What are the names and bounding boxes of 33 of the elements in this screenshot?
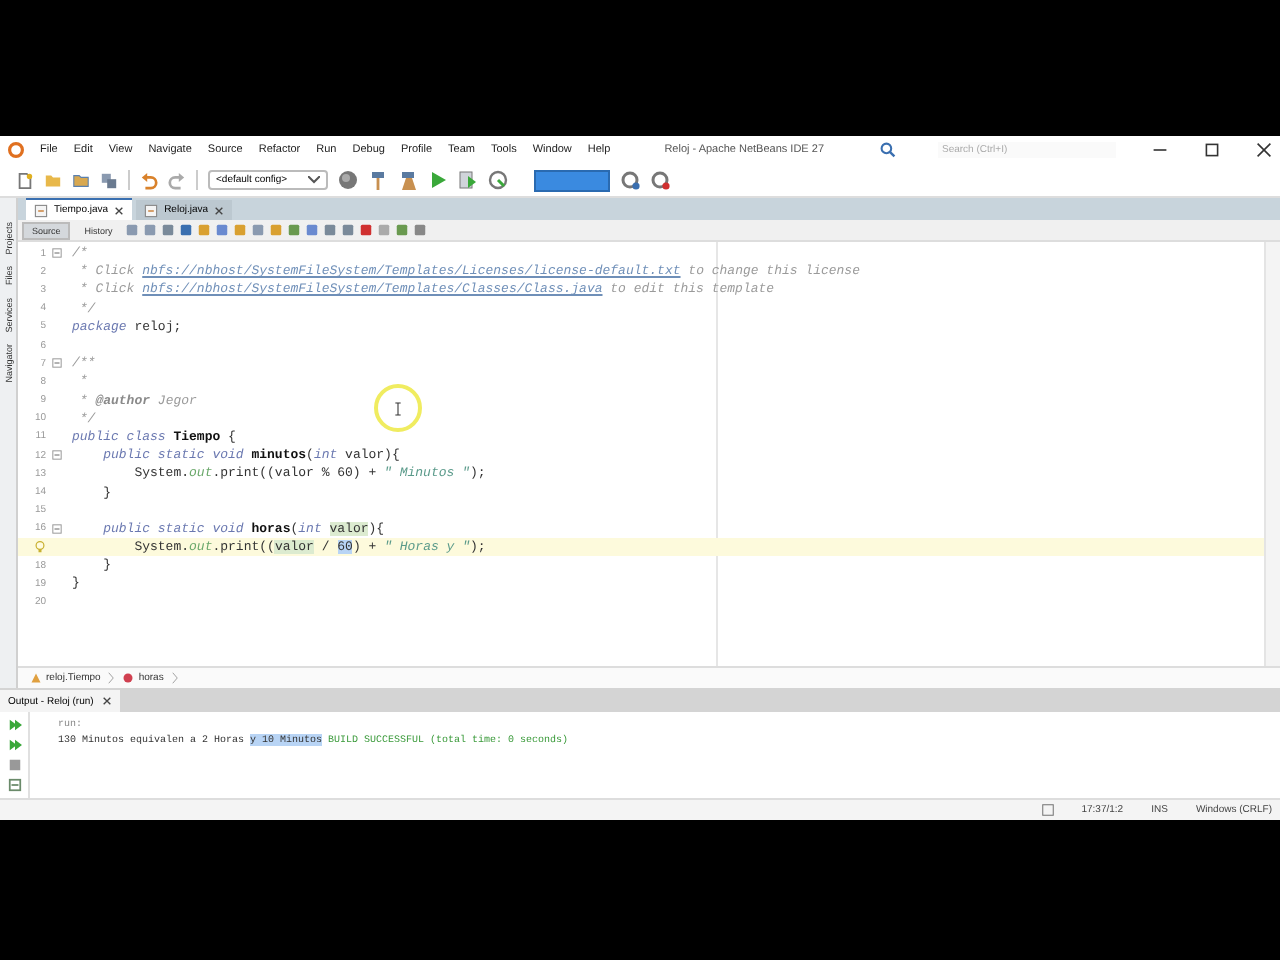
lightbulb-icon[interactable] bbox=[34, 540, 46, 555]
search-icon bbox=[880, 142, 896, 158]
text-cursor-icon bbox=[394, 401, 402, 415]
maximize-icon[interactable] bbox=[1203, 142, 1220, 158]
close-icon[interactable] bbox=[114, 205, 125, 215]
method-icon bbox=[122, 672, 135, 684]
close-icon[interactable] bbox=[214, 205, 225, 215]
close-icon[interactable] bbox=[1255, 142, 1272, 158]
rerun-icon[interactable] bbox=[7, 718, 21, 732]
app-logo-icon bbox=[8, 142, 24, 158]
run-icon[interactable] bbox=[427, 170, 448, 190]
gear-icon[interactable] bbox=[649, 170, 670, 190]
chevron-icon bbox=[171, 672, 178, 684]
redo-icon[interactable] bbox=[168, 171, 186, 189]
gear-icon[interactable] bbox=[619, 170, 640, 190]
hammer-icon[interactable] bbox=[367, 170, 388, 190]
close-icon[interactable] bbox=[101, 696, 112, 706]
scrollbar[interactable] bbox=[1264, 242, 1280, 666]
debug-icon[interactable] bbox=[457, 170, 478, 190]
fold-icon[interactable] bbox=[51, 450, 61, 461]
undo-icon[interactable] bbox=[140, 171, 158, 189]
rerun-icon[interactable] bbox=[7, 738, 21, 752]
windows-icon[interactable] bbox=[100, 171, 118, 189]
chevron-icon bbox=[108, 672, 115, 684]
highlighted-toolbar-button[interactable] bbox=[533, 169, 610, 191]
class-icon bbox=[30, 672, 42, 684]
caret-icon bbox=[307, 176, 320, 184]
fold-icon[interactable] bbox=[51, 248, 61, 259]
fold-icon[interactable] bbox=[51, 523, 61, 534]
notification-icon[interactable] bbox=[1041, 804, 1054, 816]
fold-icon[interactable] bbox=[51, 358, 61, 369]
stop-icon[interactable] bbox=[7, 758, 21, 772]
new-file-icon[interactable] bbox=[16, 171, 34, 189]
